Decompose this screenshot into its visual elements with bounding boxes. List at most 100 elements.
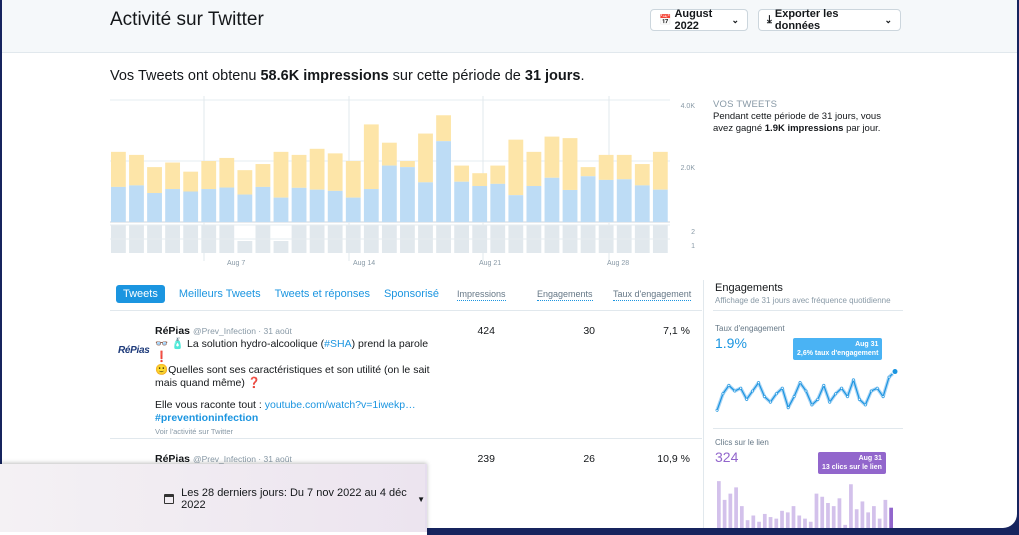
bar-organic-extra — [634, 164, 650, 186]
link-clicks-value: 324 — [715, 449, 739, 465]
tweet-engagements: 30 — [583, 325, 595, 337]
bar-impressions — [273, 197, 289, 222]
bar-organic-extra — [111, 151, 126, 187]
bar-impressions — [400, 167, 415, 222]
y-tick-label: 1 — [691, 243, 695, 250]
summary-days: 31 jours — [524, 68, 581, 84]
link-clicks-card[interactable]: Clics sur le lien 324 Aug 31 13 clics su… — [708, 432, 903, 528]
bar-organic-extra — [165, 162, 181, 190]
bar-impressions — [526, 186, 542, 222]
rate-point — [804, 389, 808, 393]
rate-point — [727, 384, 731, 387]
calendar-icon — [164, 494, 175, 504]
rate-point — [769, 400, 772, 404]
bar-impressions — [634, 185, 650, 222]
bar-impressions — [508, 195, 524, 222]
bar-organic-extra — [544, 136, 560, 178]
bar-organic-extra — [472, 173, 488, 187]
bar-impressions — [309, 189, 325, 222]
rate-point — [810, 403, 814, 407]
rate-point — [887, 375, 891, 379]
tweet-row[interactable]: RéPias RéPias @Prev_Infection · 31 août … — [110, 325, 702, 438]
rate-point — [834, 392, 838, 396]
bar-impressions — [327, 190, 343, 222]
click-bar — [803, 518, 807, 528]
bar-organic-extra — [201, 161, 217, 190]
bar-organic-extra — [580, 167, 596, 177]
bar-impressions — [544, 177, 560, 222]
column-engagement-rate[interactable]: Taux d'engagement — [613, 289, 692, 301]
click-bar — [872, 506, 876, 528]
chevron-down-icon: ⌄ — [731, 14, 739, 25]
bar-impressions — [129, 185, 144, 222]
rate-point — [715, 409, 719, 412]
rate-point — [869, 389, 873, 393]
rate-point — [840, 386, 844, 390]
summary-impressions: 58.6K impressions — [260, 68, 389, 84]
view-activity-link[interactable]: Voir l'activité sur Twitter — [155, 425, 430, 438]
tweet-body: RéPias @Prev_Infection · 31 août 👓 🧴 La … — [155, 325, 430, 438]
bar-organic-extra — [454, 165, 470, 182]
click-bar — [843, 524, 848, 528]
download-icon: ⤓ — [767, 13, 772, 26]
tweet-hashtag[interactable]: #preventioninfection — [155, 412, 430, 425]
click-bar — [791, 506, 796, 528]
chevron-down-icon: ⌄ — [884, 14, 892, 25]
your-tweets-panel: VOS TWEETS Pendant cette période de 31 j… — [713, 99, 898, 135]
bar-lower-panel — [237, 241, 253, 253]
rate-point — [739, 386, 743, 390]
bar-organic-extra — [345, 161, 361, 198]
rate-point — [745, 397, 749, 401]
tweet-impressions: 239 — [477, 453, 495, 465]
click-bar — [877, 518, 882, 528]
engagement-rate-card[interactable]: Taux d'engagement 1.9% Aug 31 2,6% taux … — [708, 318, 903, 428]
column-impressions[interactable]: Impressions — [457, 289, 506, 301]
date-range-popup[interactable]: Les 28 derniers jours: Du 7 nov 2022 au … — [0, 464, 427, 535]
click-bar — [757, 521, 761, 528]
rate-point — [828, 400, 832, 404]
rate-point — [875, 386, 879, 390]
x-tick-label: Aug 7 — [227, 260, 245, 267]
bar-impressions — [291, 187, 307, 222]
column-engagements[interactable]: Engagements — [537, 289, 593, 301]
rate-point — [822, 384, 826, 387]
tweet-url-link[interactable]: youtube.com/watch?v=1iwekp… — [265, 399, 416, 411]
bar-impressions — [580, 176, 596, 222]
tab-tweets[interactable]: Tweets — [116, 285, 165, 303]
y-tick-label: 2 — [691, 229, 695, 236]
bar-impressions — [255, 186, 271, 222]
date-range-selector[interactable]: Les 28 derniers jours: Du 7 nov 2022 au … — [164, 487, 425, 511]
tab-top-tweets[interactable]: Meilleurs Tweets — [179, 288, 261, 300]
bar-organic-extra — [436, 115, 451, 142]
x-tick-label: Aug 14 — [353, 260, 375, 267]
export-data-button[interactable]: ⤓ Exporter les données ⌄ — [758, 8, 901, 32]
bar-organic-extra — [562, 138, 578, 190]
bar-organic-extra — [291, 154, 307, 188]
click-bar — [739, 506, 744, 528]
page-title: Activité sur Twitter — [110, 9, 264, 30]
rate-point — [774, 392, 778, 396]
bar-organic-extra — [309, 148, 325, 190]
your-tweets-text: Pendant cette période de 31 jours, vous … — [713, 111, 881, 134]
bar-organic-extra — [363, 124, 379, 190]
bar-impressions — [436, 141, 451, 222]
engagement-rate-label: Taux d'engagement — [715, 324, 785, 333]
click-bar — [808, 521, 813, 528]
dropdown-caret-icon: ▼ — [417, 494, 425, 504]
divider — [703, 280, 704, 528]
tweet-tabs: Tweets Meilleurs Tweets Tweets et répons… — [116, 284, 453, 304]
bar-organic-extra — [129, 154, 144, 186]
bar-organic-extra — [183, 171, 199, 192]
header-bar: Activité sur Twitter 📅 August 2022 ⌄ ⤓ E… — [2, 0, 1017, 53]
x-tick-label: Aug 28 — [607, 260, 629, 267]
tweet-engagements: 26 — [583, 453, 595, 465]
tab-tweets-replies[interactable]: Tweets et réponses — [275, 288, 370, 300]
engagement-rate-sparkline — [715, 368, 898, 412]
link-clicks-label: Clics sur le lien — [715, 438, 769, 447]
summary-text: Vos Tweets ont obtenu 58.6K impressions … — [110, 68, 585, 84]
tab-promoted[interactable]: Sponsorisé — [384, 288, 439, 300]
click-bar — [728, 493, 733, 528]
click-bar — [831, 506, 836, 528]
click-bar — [785, 512, 790, 528]
month-selector-button[interactable]: 📅 August 2022 ⌄ — [650, 8, 748, 32]
